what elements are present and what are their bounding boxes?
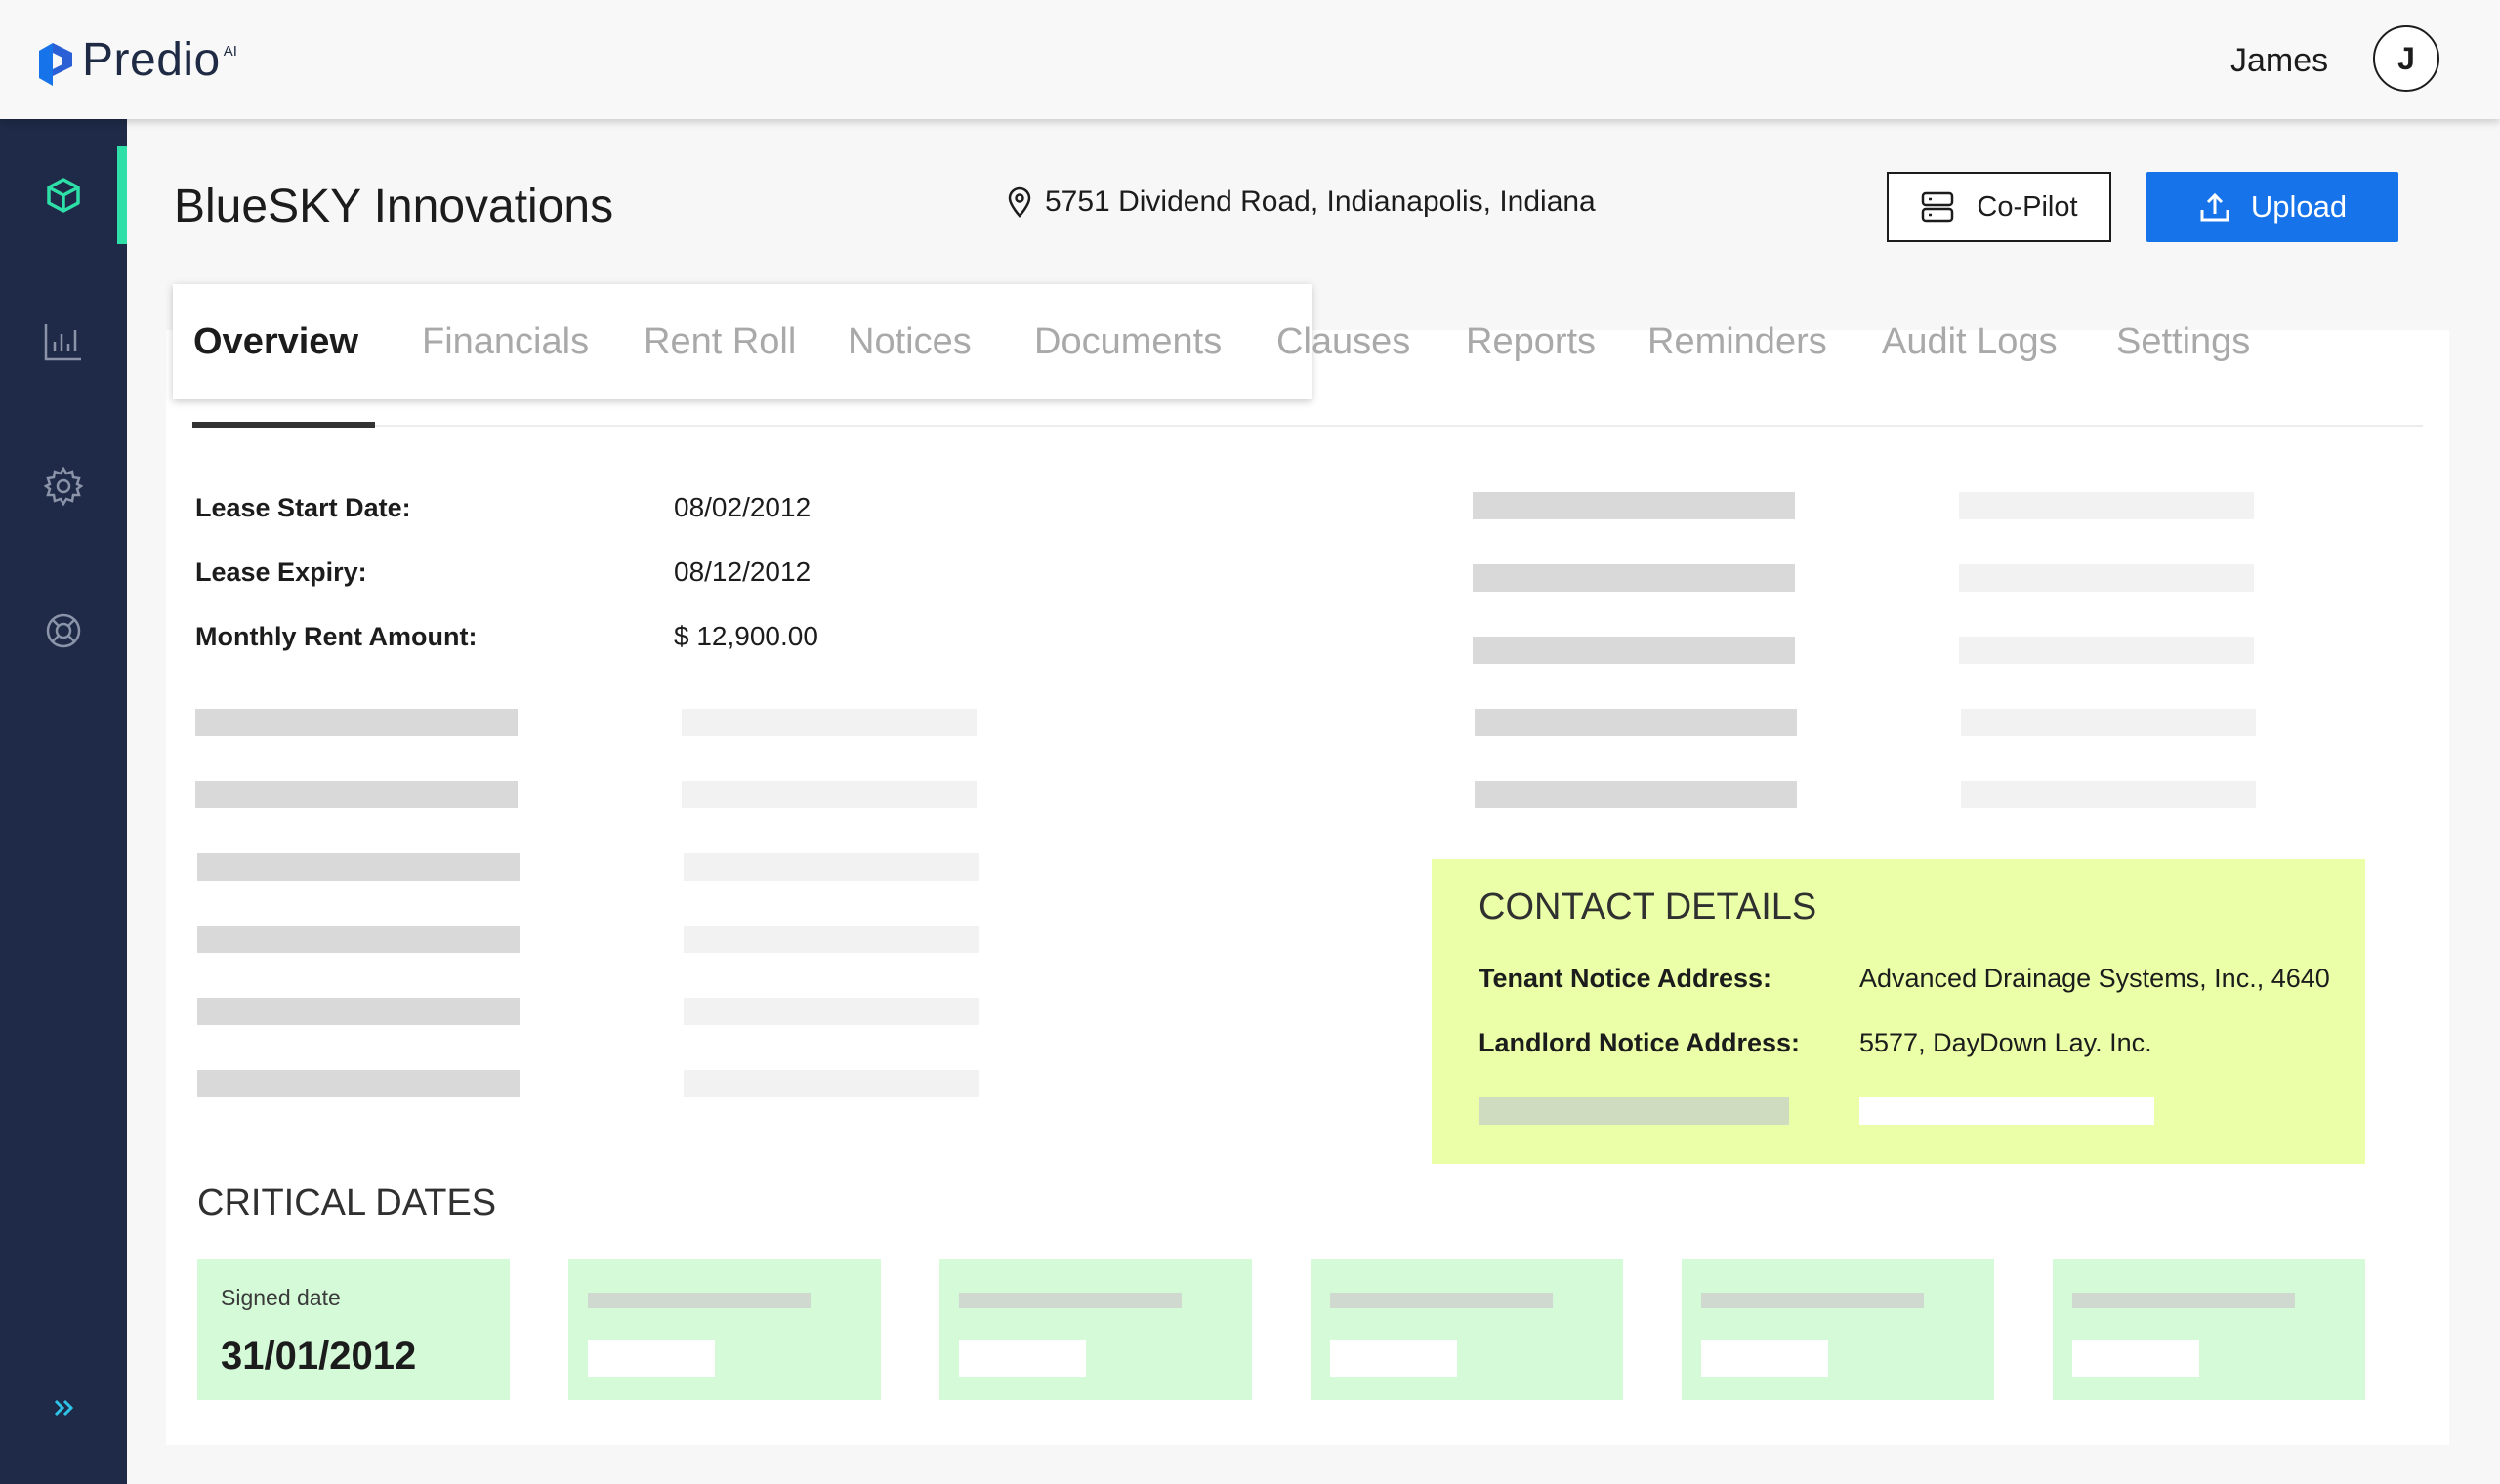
user-name[interactable]: James — [2230, 37, 2328, 84]
skeleton-label — [1330, 1293, 1553, 1308]
skeleton-value — [588, 1340, 715, 1377]
skeleton-label — [197, 1070, 520, 1097]
skeleton-value — [684, 998, 979, 1025]
date-card-placeholder[interactable] — [1682, 1259, 1994, 1400]
skeleton-label — [959, 1293, 1182, 1308]
skeleton-label — [1475, 709, 1797, 736]
top-bar: Predio AI James J — [0, 0, 2500, 119]
contact-details-title: CONTACT DETAILS — [1479, 886, 1817, 928]
skeleton-value — [684, 926, 979, 953]
skeleton-label — [195, 709, 518, 736]
bar-chart-icon — [44, 324, 81, 361]
monthly-rent-value: $ 12,900.00 — [674, 621, 818, 651]
contact-details-panel: CONTACT DETAILS Tenant Notice Address: A… — [1432, 859, 2365, 1164]
upload-icon — [2200, 192, 2229, 222]
skeleton-label — [1473, 637, 1795, 664]
skeleton-value — [1959, 564, 2254, 592]
skeleton-value — [1961, 781, 2256, 808]
logo-text: Predio — [82, 34, 221, 86]
lease-expiry-label: Lease Expiry: — [195, 557, 367, 587]
sidebar — [0, 119, 127, 1484]
skeleton-label — [197, 853, 520, 881]
skeleton-label — [1475, 781, 1797, 808]
skeleton-value — [682, 781, 977, 808]
skeleton-value — [684, 1070, 979, 1097]
date-card-label: Signed date — [221, 1285, 341, 1310]
skeleton-label — [1701, 1293, 1924, 1308]
double-chevron-right-icon — [54, 1399, 74, 1417]
active-tab-underline — [192, 422, 375, 428]
skeleton-label — [588, 1293, 811, 1308]
tab-documents[interactable]: Documents — [1034, 284, 1222, 399]
sidebar-item-analytics[interactable] — [0, 293, 127, 391]
location-pin-icon — [1008, 186, 1031, 218]
landlord-notice-value: 5577, DayDown Lay. Inc. — [1859, 1028, 2152, 1057]
tab-notices[interactable]: Notices — [848, 284, 972, 399]
skeleton-value — [1959, 637, 2254, 664]
tab-financials[interactable]: Financials — [422, 284, 589, 399]
skeleton-label — [1473, 492, 1795, 519]
skeleton-value — [682, 709, 977, 736]
skeleton-value — [1330, 1340, 1457, 1377]
skeleton-value — [1859, 1097, 2154, 1125]
property-address: 5751 Dividend Road, Indianapolis, Indian… — [1006, 186, 1596, 219]
sidebar-item-properties[interactable] — [0, 146, 127, 244]
upload-button[interactable]: Upload — [2146, 172, 2398, 242]
date-card-placeholder[interactable] — [1311, 1259, 1623, 1400]
copilot-button[interactable]: Co-Pilot — [1887, 172, 2111, 242]
address-text: 5751 Dividend Road, Indianapolis, Indian… — [1045, 186, 1596, 218]
tab-bar: Overview Financials Rent Roll Notices Do… — [173, 284, 2250, 399]
tab-reports[interactable]: Reports — [1466, 284, 1596, 399]
date-card-placeholder[interactable] — [2053, 1259, 2365, 1400]
copilot-button-label: Co-Pilot — [1977, 190, 2078, 223]
skeleton-value — [959, 1340, 1086, 1377]
lease-expiry-value: 08/12/2012 — [674, 556, 812, 587]
sidebar-item-settings[interactable] — [0, 437, 127, 535]
upload-button-label: Upload — [2250, 189, 2348, 224]
skeleton-value — [1961, 709, 2256, 736]
copilot-icon — [1922, 191, 1954, 223]
avatar[interactable]: J — [2373, 25, 2439, 92]
tenant-notice-label: Tenant Notice Address: — [1479, 964, 1772, 993]
skeleton-label — [197, 926, 520, 953]
tab-overview[interactable]: Overview — [193, 284, 358, 399]
tab-settings[interactable]: Settings — [2116, 284, 2250, 399]
skeleton-label — [1473, 564, 1795, 592]
skeleton-label — [197, 998, 520, 1025]
logo-mark-icon — [39, 43, 72, 86]
gear-icon — [43, 466, 84, 507]
sidebar-expand-button[interactable] — [0, 1359, 127, 1457]
skeleton-label — [2072, 1293, 2295, 1308]
lease-start-value: 08/02/2012 — [674, 492, 812, 522]
date-card-signed[interactable]: Signed date 31/01/2012 — [197, 1259, 510, 1400]
tab-clauses[interactable]: Clauses — [1276, 284, 1410, 399]
sidebar-item-support[interactable] — [0, 582, 127, 680]
skeleton-label — [1479, 1097, 1789, 1125]
skeleton-label — [195, 781, 518, 808]
page-title: BlueSKY Innovations — [174, 181, 614, 232]
landlord-notice-label: Landlord Notice Address: — [1479, 1028, 1801, 1057]
date-card-placeholder[interactable] — [568, 1259, 881, 1400]
tab-audit-logs[interactable]: Audit Logs — [1882, 284, 2058, 399]
skeleton-value — [684, 853, 979, 881]
skeleton-value — [1701, 1340, 1828, 1377]
app-logo[interactable]: Predio AI — [39, 33, 237, 88]
logo-superscript: AI — [223, 43, 237, 60]
tab-rent-roll[interactable]: Rent Roll — [644, 284, 796, 399]
lease-start-label: Lease Start Date: — [195, 493, 411, 522]
tab-divider — [192, 425, 2423, 427]
skeleton-value — [1959, 492, 2254, 519]
cube-icon — [47, 178, 80, 213]
tab-reminders[interactable]: Reminders — [1647, 284, 1827, 399]
date-card-placeholder[interactable] — [939, 1259, 1252, 1400]
critical-dates-title: CRITICAL DATES — [197, 1182, 497, 1223]
lifebuoy-icon — [46, 613, 81, 648]
monthly-rent-label: Monthly Rent Amount: — [195, 622, 478, 651]
skeleton-value — [2072, 1340, 2199, 1377]
date-card-value: 31/01/2012 — [221, 1335, 417, 1378]
tenant-notice-value: Advanced Drainage Systems, Inc., 4640 — [1859, 964, 2330, 993]
